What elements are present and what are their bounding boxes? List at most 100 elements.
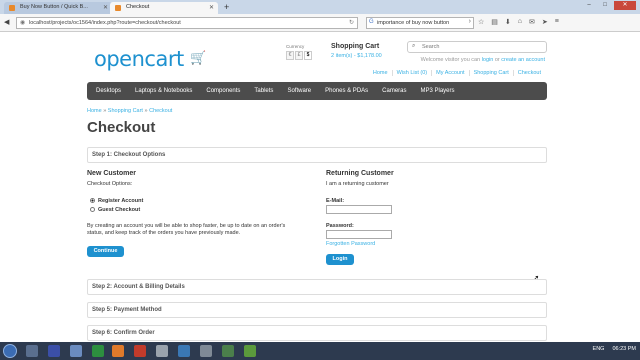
home-link[interactable]: Home xyxy=(369,70,392,76)
file-explorer-icon[interactable] xyxy=(26,345,38,357)
bookmark-star-icon[interactable]: ☆ xyxy=(478,18,484,26)
guest-checkout-radio[interactable]: Guest Checkout xyxy=(90,207,140,213)
my-account-link[interactable]: My Account xyxy=(431,70,468,76)
home-icon[interactable]: ⌂ xyxy=(518,18,522,26)
new-tab-button[interactable]: + xyxy=(224,2,229,12)
breadcrumb-home[interactable]: Home xyxy=(87,108,102,114)
menu-item-desktops[interactable]: Desktops xyxy=(89,88,128,94)
browser-tab-quick-buy[interactable]: Buy Now Button / Quick B... ✕ xyxy=(4,2,112,14)
download-icon[interactable]: ⬇ xyxy=(505,18,511,26)
currency-switcher: € £ $ xyxy=(286,51,312,60)
bookmarks-list-icon[interactable]: ▤ xyxy=(491,18,498,26)
welcome-message: Welcome visitor you can login or create … xyxy=(421,57,545,63)
currency-pound-button[interactable]: £ xyxy=(295,51,303,60)
wishlist-link[interactable]: Wish List (0) xyxy=(391,70,432,76)
menu-item-phones[interactable]: Phones & PDAs xyxy=(318,88,375,94)
menu-item-components[interactable]: Components xyxy=(199,88,247,94)
language-indicator[interactable]: ENG xyxy=(593,346,605,352)
login-link[interactable]: login xyxy=(482,57,494,63)
breadcrumb-cart[interactable]: Shopping Cart xyxy=(108,108,143,114)
currency-euro-button[interactable]: € xyxy=(286,51,294,60)
shopping-cart-link[interactable]: Shopping Cart xyxy=(468,70,513,76)
currency-label: Currency xyxy=(286,44,305,49)
currency-dollar-button[interactable]: $ xyxy=(304,51,312,60)
minimize-button[interactable]: – xyxy=(582,1,596,10)
guest-checkout-label: Guest Checkout xyxy=(98,207,141,213)
top-links: Home Wish List (0) My Account Shopping C… xyxy=(369,70,545,76)
app-icon[interactable] xyxy=(222,345,234,357)
step-1-header[interactable]: Step 1: Checkout Options xyxy=(87,147,547,163)
app-icon[interactable] xyxy=(156,345,168,357)
reload-icon[interactable]: ↻ xyxy=(349,19,354,26)
page-title: Checkout xyxy=(87,119,156,136)
clock[interactable]: 06:23 PM xyxy=(612,346,636,352)
page-favicon-icon xyxy=(115,5,121,11)
cart-title[interactable]: Shopping Cart xyxy=(331,43,379,50)
email-label: E-Mail: xyxy=(326,198,345,204)
browser-search-box[interactable]: G importance of buy now button › xyxy=(366,17,474,29)
tab-label: Checkout xyxy=(126,4,150,10)
search-go-icon[interactable]: › xyxy=(469,18,471,25)
login-button[interactable]: Login xyxy=(326,254,354,265)
filezilla-icon[interactable] xyxy=(134,345,146,357)
chat-icon[interactable]: ✉ xyxy=(529,18,535,26)
breadcrumb-separator: » xyxy=(103,108,107,114)
checkout-link[interactable]: Checkout xyxy=(512,70,545,76)
folder-icon[interactable] xyxy=(70,345,82,357)
send-icon[interactable]: ➤ xyxy=(542,18,548,26)
photoshop-icon[interactable] xyxy=(48,345,60,357)
start-button-icon[interactable] xyxy=(3,344,17,358)
globe-icon: ◉ xyxy=(20,20,26,26)
firefox-icon[interactable] xyxy=(112,345,124,357)
cart-logo-icon: 🛒 xyxy=(190,50,207,65)
register-account-radio[interactable]: Register Account xyxy=(90,198,143,204)
back-arrow-icon[interactable]: ◀ xyxy=(4,18,9,26)
checkout-options-label: Checkout Options: xyxy=(87,181,133,187)
app-icon[interactable] xyxy=(244,345,256,357)
new-customer-title: New Customer xyxy=(87,170,137,177)
cart-summary[interactable]: 2 item(s) - $1,178.00 xyxy=(331,53,382,59)
site-search-input[interactable]: ⌕ Search xyxy=(407,41,547,53)
menu-item-mp3[interactable]: MP3 Players xyxy=(414,88,462,94)
menu-item-laptops[interactable]: Laptops & Notebooks xyxy=(128,88,199,94)
close-tab-icon[interactable]: ✕ xyxy=(103,4,108,11)
menu-item-cameras[interactable]: Cameras xyxy=(375,88,413,94)
category-menu: Desktops Laptops & Notebooks Components … xyxy=(87,82,547,100)
maximize-button[interactable]: □ xyxy=(598,1,612,10)
create-account-link[interactable]: create an account xyxy=(501,57,545,63)
address-bar[interactable]: ◉ localhost/projects/oc1564/index.php?ro… xyxy=(16,17,358,29)
returning-customer-title: Returning Customer xyxy=(326,170,394,177)
browser-tab-bar: Buy Now Button / Quick B... ✕ Checkout ✕… xyxy=(0,0,640,14)
new-customer-description: By creating an account you will be able … xyxy=(87,223,286,236)
breadcrumb: Home » Shopping Cart » Checkout xyxy=(87,108,172,114)
radio-checked-icon xyxy=(90,198,95,203)
step-6-header[interactable]: Step 6: Confirm Order xyxy=(87,325,547,341)
browser-navigation-bar: ◀ ◉ localhost/projects/oc1564/index.php?… xyxy=(0,14,640,32)
app-icon[interactable] xyxy=(200,345,212,357)
menu-icon[interactable]: ≡ xyxy=(555,18,559,26)
page-favicon-icon xyxy=(9,5,15,11)
breadcrumb-checkout[interactable]: Checkout xyxy=(149,108,172,114)
terminal-icon[interactable] xyxy=(92,345,104,357)
app-icon[interactable] xyxy=(178,345,190,357)
close-tab-icon[interactable]: ✕ xyxy=(209,4,214,11)
close-window-button[interactable]: ✕ xyxy=(614,1,636,10)
password-field[interactable] xyxy=(326,230,392,239)
window-controls: – □ ✕ xyxy=(582,1,636,10)
browser-tab-checkout[interactable]: Checkout ✕ xyxy=(110,2,218,14)
menu-item-software[interactable]: Software xyxy=(280,88,318,94)
menu-item-tablets[interactable]: Tablets xyxy=(247,88,280,94)
password-label: Password: xyxy=(326,223,354,229)
web-page: opencart 🛒 Currency € £ $ Shopping Cart … xyxy=(0,33,640,342)
step-2-header[interactable]: Step 2: Account & Billing Details xyxy=(87,279,547,295)
welcome-or: or xyxy=(494,57,500,63)
tab-label: Buy Now Button / Quick B... xyxy=(20,4,88,10)
email-field[interactable] xyxy=(326,205,392,214)
opencart-logo[interactable]: opencart xyxy=(94,47,184,71)
forgotten-password-link[interactable]: Forgotten Password xyxy=(326,241,375,247)
step-5-header[interactable]: Step 5: Payment Method xyxy=(87,302,547,318)
url-text: localhost/projects/oc1564/index.php?rout… xyxy=(29,20,181,26)
search-engine-icon: G xyxy=(369,19,374,25)
continue-button[interactable]: Continue xyxy=(87,246,124,257)
browser-toolbar-icons: ☆ ▤ ⬇ ⌂ ✉ ➤ ≡ xyxy=(478,18,559,26)
